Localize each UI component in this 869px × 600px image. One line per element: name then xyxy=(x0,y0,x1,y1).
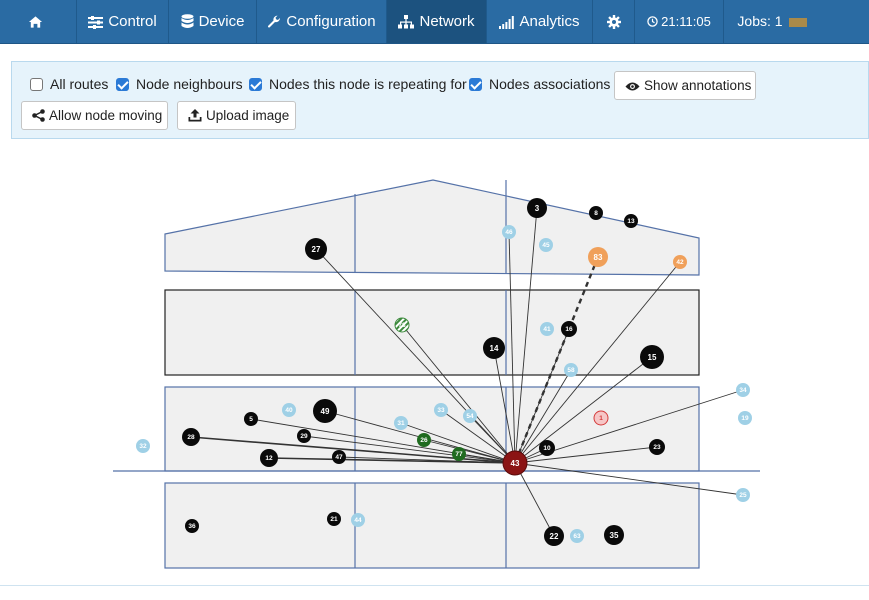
node-44[interactable]: 44 xyxy=(351,513,365,527)
node-45[interactable]: 45 xyxy=(539,238,553,252)
node-58-label: 58 xyxy=(567,367,575,374)
node-27-label: 27 xyxy=(312,245,321,254)
node-12[interactable]: 12 xyxy=(260,449,278,467)
node-25[interactable]: 25 xyxy=(736,488,750,502)
node-1[interactable]: 1 xyxy=(593,410,609,426)
node-16[interactable]: 16 xyxy=(561,321,577,337)
node-10[interactable]: 10 xyxy=(539,440,555,456)
node-14-label: 14 xyxy=(490,344,499,353)
basement xyxy=(164,482,700,569)
node-45-label: 45 xyxy=(542,242,550,249)
node-27[interactable]: 27 xyxy=(305,238,327,260)
node-46-label: 46 xyxy=(505,229,513,236)
node-32[interactable]: 32 xyxy=(136,439,150,453)
node-22[interactable]: 22 xyxy=(544,526,564,546)
node-33-label: 33 xyxy=(437,407,445,414)
node-25-label: 25 xyxy=(739,492,747,499)
node-54-label: 54 xyxy=(466,413,474,420)
node-16-label: 16 xyxy=(565,326,573,333)
node-26[interactable]: 26 xyxy=(417,433,431,447)
page-divider xyxy=(0,585,869,586)
node-15-label: 15 xyxy=(648,353,657,362)
node-83-label: 83 xyxy=(594,253,603,262)
node-77[interactable]: 77 xyxy=(452,447,466,461)
node-23[interactable]: 23 xyxy=(649,439,665,455)
node-46[interactable]: 46 xyxy=(502,225,516,239)
node-41[interactable]: 41 xyxy=(540,322,554,336)
node-63[interactable]: 63 xyxy=(570,529,584,543)
node-63-label: 63 xyxy=(573,533,581,540)
node-28-label: 28 xyxy=(187,434,195,441)
node-40[interactable]: 40 xyxy=(282,403,296,417)
node-31-label: 31 xyxy=(397,420,405,427)
floor-plan xyxy=(113,179,760,569)
node-34-label: 34 xyxy=(739,387,747,394)
node-41-label: 41 xyxy=(543,326,551,333)
node-13[interactable]: 13 xyxy=(624,214,638,228)
node-43[interactable]: 43 xyxy=(502,450,528,476)
node-43-label: 43 xyxy=(511,459,520,468)
node-42-label: 42 xyxy=(676,259,684,266)
node-29[interactable]: 29 xyxy=(297,429,311,443)
node-8[interactable]: 8 xyxy=(589,206,603,220)
node-10-label: 10 xyxy=(543,445,551,452)
node-54[interactable]: 54 xyxy=(463,409,477,423)
node-5[interactable]: 5 xyxy=(244,412,258,426)
node-35-label: 35 xyxy=(610,531,619,540)
node-47-label: 47 xyxy=(335,454,343,461)
node-31[interactable]: 31 xyxy=(394,416,408,430)
ground-floor xyxy=(164,386,700,472)
node-3-label: 3 xyxy=(535,204,540,213)
node-32-label: 32 xyxy=(139,443,147,450)
node-36-label: 36 xyxy=(188,523,196,530)
node-23-label: 23 xyxy=(653,444,661,451)
node-3[interactable]: 3 xyxy=(527,198,547,218)
node-47[interactable]: 47 xyxy=(332,450,346,464)
node-35[interactable]: 35 xyxy=(604,525,624,545)
node-34[interactable]: 34 xyxy=(736,383,750,397)
node-5-label: 5 xyxy=(249,416,253,423)
node-28[interactable]: 28 xyxy=(182,428,200,446)
node-21[interactable]: 21 xyxy=(327,512,341,526)
node-33[interactable]: 33 xyxy=(434,403,448,417)
node-49[interactable]: 49 xyxy=(313,399,337,423)
node-8-label: 8 xyxy=(594,210,598,217)
node-36[interactable]: 36 xyxy=(185,519,199,533)
node-29-label: 29 xyxy=(300,433,308,440)
node-15[interactable]: 15 xyxy=(640,345,664,369)
node-22-label: 22 xyxy=(550,532,559,541)
node-12-label: 12 xyxy=(265,455,273,462)
node-14[interactable]: 14 xyxy=(483,337,505,359)
node-40-label: 40 xyxy=(285,407,293,414)
node-42[interactable]: 42 xyxy=(673,255,687,269)
node-78-label: 78 xyxy=(398,322,406,329)
node-58[interactable]: 58 xyxy=(564,363,578,377)
network-map: 3 8 13 27 46 45 83 42 78 41 16 14 15 58 34 19 5 40 49 33 54 3… xyxy=(113,179,760,569)
node-49-label: 49 xyxy=(321,407,330,416)
node-78[interactable]: 78 xyxy=(394,317,410,333)
node-26-label: 26 xyxy=(420,437,428,444)
node-1-label: 1 xyxy=(599,415,603,422)
node-19[interactable]: 19 xyxy=(738,411,752,425)
node-21-label: 21 xyxy=(330,516,338,523)
node-77-label: 77 xyxy=(455,451,463,458)
node-44-label: 44 xyxy=(354,517,362,524)
node-83[interactable]: 83 xyxy=(588,247,608,267)
roof-room xyxy=(164,179,700,276)
node-19-label: 19 xyxy=(741,415,749,422)
node-13-label: 13 xyxy=(627,218,635,225)
